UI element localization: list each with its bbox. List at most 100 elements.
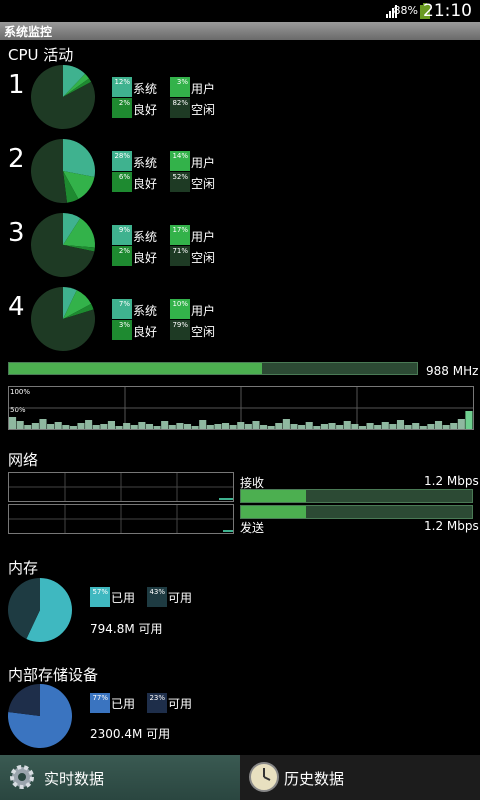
cpu-history-bar: [85, 420, 93, 429]
network-receive-fill: [241, 490, 306, 502]
cpu-history-bar: [221, 423, 230, 429]
battery-percent: 88%: [393, 4, 418, 17]
cpu-history-bar: [305, 422, 313, 429]
cpu-nice-label: 良好: [133, 103, 158, 117]
storage-free-pct: 23%: [149, 694, 165, 702]
cpu-history-bar: [275, 423, 283, 429]
cpu-history-bar: [54, 422, 62, 429]
network-send-fill: [241, 506, 306, 518]
cpu-core-number: 1: [8, 70, 25, 100]
clock-icon: [249, 762, 279, 792]
cpu-history-bar: [138, 422, 146, 429]
cpu-history-bar: [191, 426, 199, 429]
cpu-history-bar: [381, 422, 389, 429]
cpu-history-bar: [260, 425, 268, 429]
cpu-user-pct: 14%: [172, 152, 188, 160]
cpu-history-bar: [457, 419, 465, 429]
cpu-system-swatch: 7%: [112, 299, 132, 319]
cpu-system-label: 系统: [133, 82, 158, 96]
cpu-user-pct: 17%: [172, 226, 188, 234]
cpu-user-label: 用户: [191, 156, 216, 170]
storage-available-text: 2300.4M 可用: [90, 727, 171, 741]
cpu-history-bar: [176, 423, 184, 429]
cpu-nice-label: 良好: [133, 325, 158, 339]
cpu-history-bar: [161, 421, 169, 429]
memory-free-pct: 43%: [149, 588, 165, 596]
cpu-idle-label: 空闲: [191, 325, 216, 339]
cpu-core-number: 3: [8, 218, 25, 248]
cpu-system-pct: 9%: [118, 226, 130, 234]
storage-free-label: 可用: [168, 697, 193, 711]
cpu-history-bar: [267, 426, 275, 429]
network-receive-plot: [9, 473, 233, 501]
status-bar: 88% 21:10: [0, 0, 480, 22]
cpu-frequency-value: 988 MHz: [426, 364, 479, 378]
cpu-core-number: 2: [8, 144, 25, 174]
cpu-history-bar: [168, 425, 176, 429]
cpu-section-title: CPU 活动: [8, 46, 74, 64]
cpu-history-bar: [24, 425, 32, 429]
cpu-system-pct: 7%: [118, 300, 130, 308]
cpu-user-swatch: 3%: [170, 77, 190, 97]
cpu-history-bar: [320, 424, 328, 429]
cpu-history-bar: [419, 426, 427, 429]
cpu-nice-pct: 3%: [118, 321, 130, 329]
cpu-idle-pct: 82%: [172, 99, 188, 107]
cpu-history-bar: [244, 424, 252, 429]
cpu-history-bar: [336, 425, 344, 429]
cpu-idle-label: 空闲: [191, 103, 216, 117]
cpu-nice-pct: 6%: [118, 173, 130, 181]
memory-used-pct: 57%: [92, 588, 108, 596]
cpu-history-bar: [206, 425, 214, 429]
memory-section-title: 内存: [8, 559, 39, 577]
cpu-history-bar: [328, 423, 336, 429]
memory-used-swatch: 57%: [90, 587, 110, 607]
cpu-history-bar: [366, 423, 374, 429]
cpu-frequency-fill: [9, 363, 262, 374]
cpu-history-bar: [9, 417, 17, 429]
cpu-history-bar: [145, 424, 154, 429]
cpu-history-bar: [465, 411, 473, 429]
cpu-idle-swatch: 71%: [170, 246, 190, 266]
cpu-system-label: 系统: [133, 230, 158, 244]
storage-free-swatch: 23%: [147, 693, 167, 713]
cpu-user-swatch: 10%: [170, 299, 190, 319]
cpu-history-bar: [77, 423, 85, 429]
tab-realtime[interactable]: 实时数据: [0, 755, 240, 800]
cpu-history-bar: [450, 423, 458, 429]
cpu-nice-swatch: 3%: [112, 320, 132, 340]
cpu-idle-pct: 71%: [172, 247, 188, 255]
cpu-user-label: 用户: [191, 82, 216, 96]
memory-used-label: 已用: [111, 591, 136, 605]
cpu-core-pie-chart: [31, 287, 95, 351]
memory-pie-chart: [8, 578, 72, 642]
cpu-nice-label: 良好: [133, 177, 158, 191]
cpu-nice-label: 良好: [133, 251, 158, 265]
cpu-history-bar: [427, 424, 435, 429]
cpu-idle-pct: 79%: [172, 321, 188, 329]
gear-icon: [10, 765, 34, 789]
memory-available-text: 794.8M 可用: [90, 622, 163, 636]
cpu-history-bar: [237, 422, 245, 429]
cpu-history-bar: [69, 426, 77, 429]
network-send-value: 1.2 Mbps: [424, 519, 479, 533]
cpu-history-bar: [47, 424, 55, 429]
cpu-history-bar: [396, 420, 405, 429]
tab-history[interactable]: 历史数据: [240, 755, 480, 800]
cpu-history-bar: [92, 425, 100, 429]
cpu-history-bar: [290, 424, 298, 429]
network-receive-value: 1.2 Mbps: [424, 474, 479, 488]
cpu-history-bar: [229, 425, 237, 429]
cpu-history-bar: [282, 419, 290, 429]
cpu-history-bar: [404, 425, 412, 429]
cpu-system-pct: 28%: [114, 152, 130, 160]
pie-slice-free: [8, 684, 40, 716]
cpu-history-bar: [183, 424, 192, 429]
cpu-history-bar: [358, 426, 367, 429]
cpu-history-bar: [115, 426, 123, 429]
network-send-plot: [9, 505, 233, 533]
cpu-history-bar: [313, 426, 321, 429]
title-bar: 系统监控: [0, 22, 480, 40]
cpu-history-bar: [343, 421, 351, 429]
cpu-history-bar: [298, 425, 306, 429]
